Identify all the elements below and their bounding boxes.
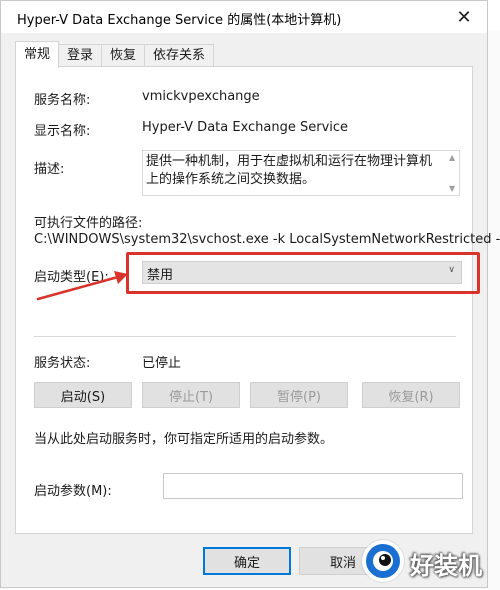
service-status-label: 服务状态: [34, 356, 91, 371]
start-params-input[interactable] [163, 473, 463, 499]
general-tab-panel: 服务名称: vmickvpexchange 显示名称: Hyper-V Data… [15, 66, 500, 534]
display-name-label: 显示名称: [34, 124, 91, 139]
section-divider [34, 336, 456, 337]
scroll-down-icon[interactable]: ▼ [449, 184, 455, 193]
highlight-box-annotation [126, 252, 480, 294]
service-name-label: 服务名称: [34, 93, 91, 108]
watermark-text: 好装机 [410, 552, 482, 580]
service-properties-dialog: Hyper-V Data Exchange Service 的属性(本地计算机)… [0, 0, 500, 588]
tab-general[interactable]: 常规 [15, 41, 60, 68]
start-params-label: 启动参数(M): [34, 484, 112, 499]
stop-button[interactable]: 停止(T) [142, 382, 240, 408]
close-icon: ✕ [456, 6, 472, 28]
pause-button[interactable]: 暂停(P) [250, 382, 348, 408]
executable-path-value: C:\WINDOWS\system32\svchost.exe -k Local… [34, 232, 500, 247]
ok-button[interactable]: 确定 [203, 547, 291, 575]
executable-path-label: 可执行文件的路径: [34, 216, 143, 231]
window-title: Hyper-V Data Exchange Service 的属性(本地计算机) [17, 13, 342, 28]
description-scrollbar[interactable]: ▲ ▼ [447, 151, 459, 195]
title-bar: Hyper-V Data Exchange Service 的属性(本地计算机)… [1, 1, 487, 33]
start-params-hint: 当从此处启动服务时，你可指定所适用的启动参数。 [34, 432, 334, 447]
tab-dependencies[interactable]: 依存关系 [144, 44, 215, 68]
service-status-value: 已停止 [142, 356, 182, 371]
display-name-value: Hyper-V Data Exchange Service [142, 120, 349, 135]
watermark-logo-icon [362, 540, 404, 582]
service-name-value: vmickvpexchange [142, 89, 260, 104]
scroll-up-icon[interactable]: ▲ [449, 153, 455, 162]
start-button[interactable]: 启动(S) [34, 382, 132, 408]
background-window-right [488, 30, 500, 590]
watermark: 好装机 [362, 540, 498, 584]
description-text: 提供一种机制，用于在虚拟机和运行在物理计算机上的操作系统之间交换数据。 [146, 154, 433, 187]
resume-button[interactable]: 恢复(R) [362, 382, 460, 408]
red-arrow-annotation [36, 271, 128, 301]
description-box[interactable]: 提供一种机制，用于在虚拟机和运行在物理计算机上的操作系统之间交换数据。 ▲ ▼ [142, 150, 460, 196]
tab-logon[interactable]: 登录 [58, 44, 103, 68]
tab-recovery[interactable]: 恢复 [101, 44, 146, 68]
close-button[interactable]: ✕ [441, 1, 487, 33]
description-label: 描述: [34, 162, 65, 177]
tab-strip: 常规 登录 恢复 依存关系 [15, 41, 215, 68]
